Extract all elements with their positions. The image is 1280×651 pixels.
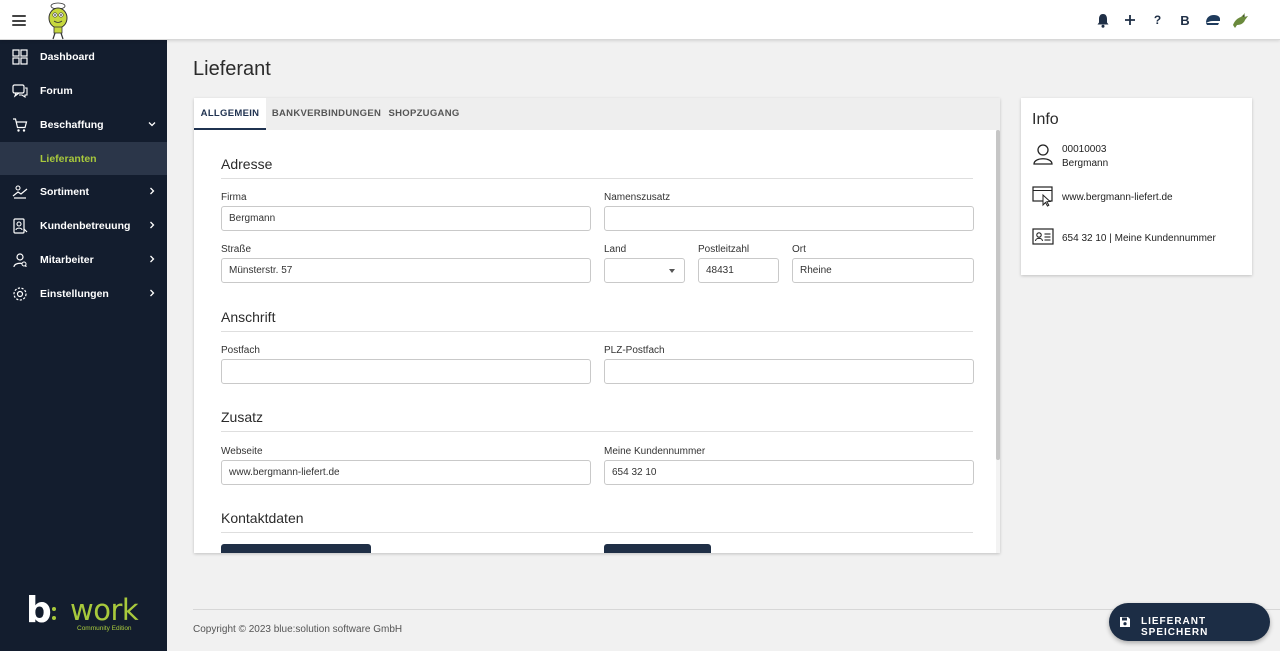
ort-label: Ort: [792, 244, 806, 255]
copyright-text: Copyright © 2023 blue:solution software …: [193, 624, 403, 635]
sidebar-item-beschaffung[interactable]: Beschaffung: [0, 108, 167, 142]
section-title-adresse: Adresse: [221, 156, 273, 172]
land-select[interactable]: [604, 258, 685, 283]
sidebar-item-label: Forum: [40, 85, 73, 97]
contact-action-button-2[interactable]: [604, 544, 711, 553]
mascot-logo[interactable]: [44, 2, 72, 40]
chevron-right-icon: [150, 255, 155, 263]
plz-postfach-input[interactable]: [604, 359, 974, 384]
sidebar-item-lieferanten[interactable]: Lieferanten: [0, 142, 167, 175]
sidebar-item-einstellungen[interactable]: Einstellungen: [0, 277, 167, 311]
menu-icon[interactable]: [12, 15, 26, 26]
sidebar-item-mitarbeiter[interactable]: Mitarbeiter: [0, 243, 167, 277]
save-button-label: LIEFERANT SPEICHERN: [1141, 616, 1209, 638]
sidebar: Dashboard Forum Beschaffung Lieferanten …: [0, 40, 167, 651]
page-title: Lieferant: [193, 58, 271, 80]
info-name: Bergmann: [1062, 158, 1109, 169]
sidebar-item-label: Beschaffung: [40, 119, 104, 131]
webseite-label: Webseite: [221, 446, 263, 457]
cap-icon[interactable]: [1203, 10, 1223, 30]
info-number: 00010003: [1062, 144, 1107, 155]
info-customer-number: 654 32 10 | Meine Kundennummer: [1062, 233, 1216, 244]
chevron-right-icon: [150, 187, 155, 195]
brand-b-label: B: [1180, 12, 1190, 28]
tab-shopzugang[interactable]: SHOPZUGANG: [387, 98, 461, 130]
chevron-down-icon: [148, 122, 156, 127]
strasse-label: Straße: [221, 244, 252, 255]
supplier-form-card: ALLGEMEIN BANKVERBINDUNGEN SHOPZUGANG Ad…: [194, 98, 1000, 553]
firma-label: Firma: [221, 192, 247, 203]
help-icon[interactable]: ?: [1148, 10, 1168, 30]
chevron-right-icon: [150, 289, 155, 297]
section-title-kontaktdaten: Kontaktdaten: [221, 510, 304, 526]
id-card-icon: [1032, 228, 1054, 245]
customer-icon: [13, 218, 28, 234]
postfach-input[interactable]: [221, 359, 591, 384]
contact-action-button[interactable]: [221, 544, 371, 553]
info-website: www.bergmann-liefert.de: [1062, 192, 1173, 203]
person-icon: [1033, 144, 1053, 165]
section-divider: [221, 532, 973, 533]
chat-icon: [12, 84, 28, 99]
dragon-avatar[interactable]: [1230, 10, 1250, 30]
brand-colon: [52, 607, 56, 625]
firma-input[interactable]: [221, 206, 591, 231]
sidebar-item-dashboard[interactable]: Dashboard: [0, 40, 167, 74]
brand-b: b: [26, 590, 52, 631]
tab-bankverbindungen[interactable]: BANKVERBINDUNGEN: [266, 98, 387, 130]
namenszusatz-label: Namenszusatz: [604, 192, 671, 203]
section-divider: [221, 331, 973, 332]
help-label: ?: [1153, 13, 1162, 27]
tab-allgemein[interactable]: ALLGEMEIN: [194, 98, 266, 130]
ort-input[interactable]: [792, 258, 974, 283]
kundennummer-label: Meine Kundennummer: [604, 446, 706, 457]
postfach-label: Postfach: [221, 345, 260, 356]
sidebar-item-kundenbetreuung[interactable]: Kundenbetreuung: [0, 209, 167, 243]
info-card: Info 00010003 Bergmann www.bergmann-lief…: [1021, 98, 1252, 275]
form-scroll-area: Adresse Firma Namenszusatz Straße Land P…: [194, 130, 1000, 553]
sidebar-item-sortiment[interactable]: Sortiment: [0, 175, 167, 209]
plz-input[interactable]: [698, 258, 779, 283]
plz-postfach-label: PLZ-Postfach: [604, 345, 665, 356]
plz-label: Postleitzahl: [698, 244, 750, 255]
sidebar-item-forum[interactable]: Forum: [0, 74, 167, 108]
strasse-input[interactable]: [221, 258, 591, 283]
gear-icon: [13, 287, 27, 301]
webseite-input[interactable]: [221, 460, 591, 485]
caret-down-icon: [669, 269, 675, 273]
sidebar-item-label: Sortiment: [40, 186, 90, 198]
save-supplier-button[interactable]: LIEFERANT SPEICHERN: [1109, 603, 1270, 641]
save-icon: [1120, 617, 1130, 627]
cart-icon: [13, 118, 28, 132]
sidebar-item-label: Einstellungen: [40, 288, 109, 300]
dashboard-icon: [12, 49, 28, 65]
brand-work: work: [70, 593, 139, 627]
section-title-anschrift: Anschrift: [221, 309, 276, 325]
section-title-zusatz: Zusatz: [221, 409, 264, 425]
chevron-right-icon: [150, 221, 155, 229]
sidebar-item-label: Mitarbeiter: [40, 254, 94, 266]
staff-icon: [13, 253, 27, 268]
assortment-icon: [12, 185, 28, 199]
top-bar: ? B: [0, 0, 1280, 40]
tab-bar: ALLGEMEIN BANKVERBINDUNGEN SHOPZUGANG: [194, 98, 1000, 130]
info-supplier: 00010003 Bergmann: [1062, 143, 1108, 171]
sidebar-item-label: Lieferanten: [40, 152, 97, 165]
namenszusatz-input[interactable]: [604, 206, 974, 231]
sidebar-item-label: Dashboard: [40, 51, 95, 63]
info-title: Info: [1032, 111, 1059, 128]
sidebar-item-label: Kundenbetreuung: [40, 220, 131, 232]
land-label: Land: [604, 244, 627, 255]
brand-logo: b work Community Edition: [26, 593, 144, 633]
scrollbar-thumb[interactable]: [996, 130, 1000, 460]
brand-edition: Community Edition: [77, 625, 132, 632]
plus-icon[interactable]: [1120, 10, 1140, 30]
scrollbar[interactable]: [996, 130, 1000, 553]
section-divider: [221, 431, 973, 432]
section-divider: [221, 178, 973, 179]
browser-icon: [1032, 186, 1053, 207]
kundennummer-input[interactable]: [604, 460, 974, 485]
bell-icon[interactable]: [1093, 10, 1113, 30]
brand-b-icon[interactable]: B: [1175, 10, 1195, 30]
